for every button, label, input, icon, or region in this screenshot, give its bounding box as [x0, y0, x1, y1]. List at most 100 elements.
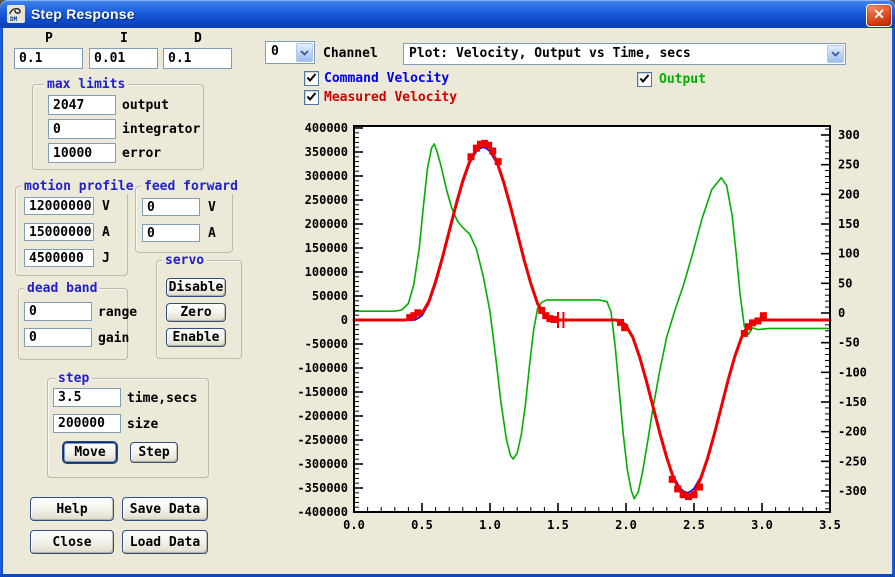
- step-time-field[interactable]: [53, 388, 121, 407]
- servo-disable-button[interactable]: Disable: [166, 278, 226, 297]
- profile-a-label: A: [102, 225, 110, 240]
- measured-velocity-checkbox[interactable]: [304, 90, 319, 105]
- feed-forward-title: feed forward: [141, 179, 241, 194]
- deadband-range-label: range: [98, 305, 137, 320]
- d-label: D: [194, 31, 202, 46]
- svg-text:-200000: -200000: [297, 409, 348, 423]
- output-checkbox[interactable]: [637, 72, 652, 87]
- max-error-label: error: [122, 146, 161, 161]
- svg-text:400000: 400000: [305, 121, 348, 135]
- step-button[interactable]: Step: [130, 442, 178, 463]
- channel-label: Channel: [323, 46, 378, 61]
- max-error-field[interactable]: [48, 143, 116, 163]
- step-size-field[interactable]: [53, 414, 121, 433]
- svg-text:-350000: -350000: [297, 481, 348, 495]
- svg-text:-400000: -400000: [297, 505, 348, 519]
- chevron-down-icon[interactable]: [296, 43, 313, 62]
- svg-text:DM: DM: [10, 16, 18, 23]
- plot-select[interactable]: Plot: Velocity, Output vs Time, secs: [403, 43, 846, 65]
- svg-text:0: 0: [341, 313, 348, 327]
- plot-select-value: Plot: Velocity, Output vs Time, secs: [409, 46, 691, 61]
- p-field[interactable]: [14, 48, 83, 69]
- svg-text:100000: 100000: [305, 265, 348, 279]
- servo-enable-button[interactable]: Enable: [166, 328, 226, 347]
- ff-a-label: A: [208, 226, 216, 241]
- svg-text:-300: -300: [838, 484, 867, 498]
- i-label: I: [120, 31, 128, 46]
- p-label: P: [45, 31, 53, 46]
- d-field[interactable]: [163, 48, 232, 69]
- help-button[interactable]: Help: [30, 497, 114, 521]
- svg-text:2.0: 2.0: [615, 518, 637, 532]
- save-data-button[interactable]: Save Data: [122, 497, 208, 521]
- ff-v-field[interactable]: [142, 198, 200, 216]
- step-title: step: [55, 371, 92, 386]
- svg-text:1.0: 1.0: [479, 518, 501, 532]
- channel-value: 0: [271, 44, 279, 59]
- svg-text:250000: 250000: [305, 193, 348, 207]
- command-velocity-label: Command Velocity: [324, 71, 449, 86]
- step-response-window: DM Step Response ✕ P I D 0 Channel Plot:…: [0, 0, 895, 577]
- close-icon[interactable]: ✕: [866, 4, 892, 27]
- titlebar[interactable]: DM Step Response ✕: [0, 0, 895, 28]
- svg-text:0.5: 0.5: [411, 518, 433, 532]
- svg-text:50: 50: [838, 276, 852, 290]
- svg-text:-100000: -100000: [297, 361, 348, 375]
- svg-text:-50000: -50000: [305, 337, 348, 351]
- dead-band-group: [18, 288, 128, 360]
- command-velocity-checkbox[interactable]: [304, 71, 319, 86]
- check-icon: [638, 72, 651, 85]
- svg-text:100: 100: [838, 247, 860, 261]
- profile-v-field[interactable]: [24, 197, 94, 215]
- window-border-left: [0, 28, 3, 574]
- svg-text:2.5: 2.5: [683, 518, 705, 532]
- svg-text:50000: 50000: [312, 289, 348, 303]
- servo-title: servo: [162, 253, 207, 268]
- svg-text:150: 150: [838, 217, 860, 231]
- profile-a-field[interactable]: [24, 223, 94, 241]
- deadband-range-field[interactable]: [24, 302, 92, 321]
- close-button[interactable]: Close: [30, 530, 114, 554]
- load-data-button[interactable]: Load Data: [122, 530, 208, 554]
- ff-a-field[interactable]: [142, 224, 200, 242]
- move-button[interactable]: Move: [63, 442, 117, 463]
- check-icon: [305, 90, 318, 103]
- profile-v-label: V: [102, 199, 110, 214]
- step-time-label: time,secs: [127, 391, 197, 406]
- deadband-gain-label: gain: [98, 331, 129, 346]
- profile-j-field[interactable]: [24, 249, 94, 267]
- step-response-plot[interactable]: -400000-350000-300000-250000-200000-1500…: [288, 110, 892, 550]
- svg-text:-50: -50: [838, 336, 860, 350]
- window-title: Step Response: [31, 6, 135, 22]
- profile-j-label: J: [102, 251, 110, 266]
- feed-forward-group: [135, 186, 233, 253]
- svg-text:3.0: 3.0: [751, 518, 773, 532]
- channel-select[interactable]: 0: [265, 41, 315, 64]
- deadband-gain-field[interactable]: [24, 328, 92, 347]
- max-integrator-field[interactable]: [48, 119, 116, 139]
- ff-v-label: V: [208, 200, 216, 215]
- max-limits-title: max limits: [44, 77, 128, 92]
- svg-text:-150000: -150000: [297, 385, 348, 399]
- svg-text:-250: -250: [838, 454, 867, 468]
- svg-text:300000: 300000: [305, 169, 348, 183]
- motion-profile-title: motion profile: [21, 179, 137, 194]
- svg-text:0: 0: [838, 306, 845, 320]
- svg-text:-300000: -300000: [297, 457, 348, 471]
- svg-text:-150: -150: [838, 395, 867, 409]
- app-icon[interactable]: DM: [7, 5, 25, 23]
- svg-text:200000: 200000: [305, 217, 348, 231]
- svg-text:-100: -100: [838, 365, 867, 379]
- step-size-label: size: [127, 417, 158, 432]
- max-output-label: output: [122, 98, 169, 113]
- i-field[interactable]: [89, 48, 158, 69]
- svg-text:0.0: 0.0: [343, 518, 365, 532]
- svg-text:-250000: -250000: [297, 433, 348, 447]
- max-output-field[interactable]: [48, 95, 116, 115]
- chevron-down-icon[interactable]: [827, 45, 844, 63]
- svg-text:150000: 150000: [305, 241, 348, 255]
- max-integrator-label: integrator: [122, 122, 200, 137]
- servo-zero-button[interactable]: Zero: [166, 303, 226, 322]
- svg-text:250: 250: [838, 158, 860, 172]
- measured-velocity-label: Measured Velocity: [324, 90, 457, 105]
